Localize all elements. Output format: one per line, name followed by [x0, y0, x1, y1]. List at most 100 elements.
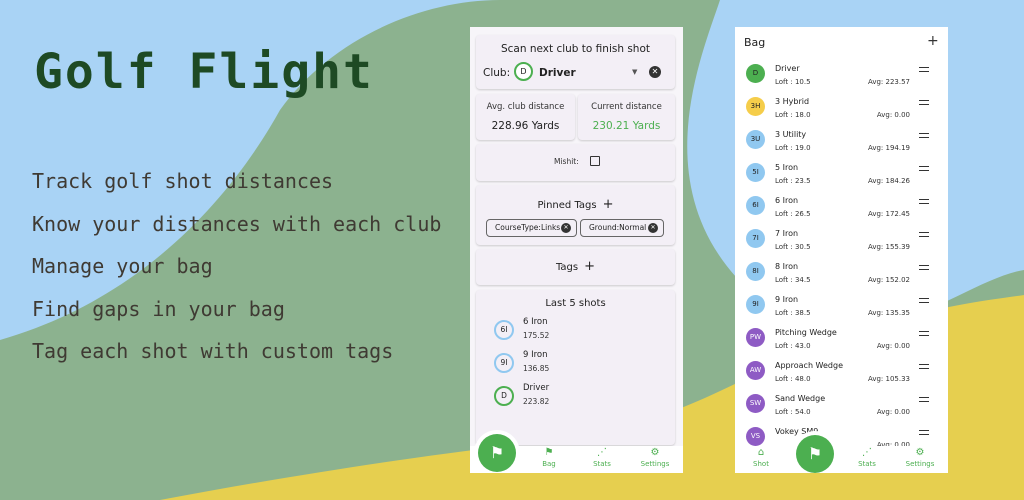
- club-badge: 5I: [746, 163, 765, 182]
- mishit-checkbox[interactable]: [590, 156, 600, 166]
- add-pinned-tag-icon[interactable]: +: [603, 197, 614, 212]
- current-distance-value: 230.21 Yards: [592, 120, 661, 132]
- bag-club-row[interactable]: PW Pitching Wedge Loft : 43.0 Avg: 0.00: [735, 323, 948, 356]
- club-loft: Loft : 38.5: [775, 309, 811, 317]
- pinned-tags-header: Pinned Tags +: [476, 197, 675, 212]
- club-badge: D: [746, 64, 765, 83]
- feature-item: Tag each shot with custom tags: [32, 339, 394, 363]
- app-title: Golf Flight: [34, 44, 374, 100]
- bag-club-row[interactable]: 7I 7 Iron Loft : 30.5 Avg: 155.39: [735, 224, 948, 257]
- club-name: 9 Iron: [775, 295, 799, 304]
- golf-flag-icon: ⚑: [489, 443, 505, 462]
- current-distance-card: Current distance 230.21 Yards: [578, 94, 675, 140]
- club-badge: 3U: [746, 130, 765, 149]
- bag-club-row[interactable]: D Driver Loft : 10.5 Avg: 223.57: [735, 59, 948, 92]
- remove-tag-icon[interactable]: ✕: [648, 223, 658, 233]
- pinned-tags-card: Pinned Tags + CourseType:Links ✕ Ground:No…: [476, 185, 675, 245]
- gear-icon: ⚙: [650, 447, 660, 458]
- bag-fab-button[interactable]: ⚑: [796, 435, 834, 473]
- gear-icon: ⚙: [915, 447, 925, 458]
- bag-club-row[interactable]: 3H 3 Hybrid Loft : 18.0 Avg: 0.00: [735, 92, 948, 125]
- bag-club-row[interactable]: 8I 8 Iron Loft : 34.5 Avg: 152.02: [735, 257, 948, 290]
- nav-bag[interactable]: ⚑ Bag: [523, 446, 575, 468]
- club-badge: D: [514, 62, 533, 81]
- nav-settings[interactable]: ⚙ Settings: [629, 446, 681, 468]
- club-badge: 8I: [746, 262, 765, 281]
- add-tag-icon[interactable]: +: [584, 259, 595, 274]
- club-avg: Avg: 184.26: [867, 177, 910, 185]
- club-avg: Avg: 172.45: [867, 210, 910, 218]
- list-item[interactable]: 6I 6 Iron 175.52: [494, 317, 664, 347]
- club-badge: AW: [746, 361, 765, 380]
- club-name: 3 Utility: [775, 130, 807, 139]
- chevron-down-icon[interactable]: ▼: [632, 68, 637, 76]
- tag-chip-label: Ground:Normal: [589, 223, 647, 232]
- list-item[interactable]: D Driver 223.82: [494, 383, 664, 413]
- drag-handle-icon[interactable]: [919, 265, 929, 270]
- drag-handle-icon[interactable]: [919, 364, 929, 369]
- bag-club-row[interactable]: 3U 3 Utility Loft : 19.0 Avg: 194.19: [735, 125, 948, 158]
- club-avg: Avg: 223.57: [867, 78, 910, 86]
- avg-distance-label: Avg. club distance: [486, 102, 565, 112]
- club-loft: Loft : 34.5: [775, 276, 811, 284]
- club-avg: Avg: 152.02: [867, 276, 910, 284]
- list-item[interactable]: 9I 9 Iron 136.85: [494, 350, 664, 380]
- clear-club-icon[interactable]: ✕: [649, 66, 661, 78]
- nav-settings[interactable]: ⚙ Settings: [894, 446, 946, 468]
- bag-club-row[interactable]: 6I 6 Iron Loft : 26.5 Avg: 172.45: [735, 191, 948, 224]
- bag-club-row[interactable]: 9I 9 Iron Loft : 38.5 Avg: 135.35: [735, 290, 948, 323]
- nav-stats[interactable]: ⋰ Stats: [576, 446, 628, 468]
- drag-handle-icon[interactable]: [919, 397, 929, 402]
- shot-distance: 175.52: [523, 331, 550, 340]
- club-loft: Loft : 30.5: [775, 243, 811, 251]
- club-loft: Loft : 54.0: [775, 408, 811, 416]
- shot-fab-button[interactable]: ⚑: [478, 434, 516, 472]
- pinned-tags-title: Pinned Tags: [537, 200, 597, 211]
- drag-handle-icon[interactable]: [919, 331, 929, 336]
- tag-chip-label: CourseType:Links: [495, 223, 561, 232]
- tag-chip[interactable]: CourseType:Links ✕: [486, 219, 577, 237]
- club-loft: Loft : 18.0: [775, 111, 811, 119]
- club-name: Sand Wedge: [775, 394, 826, 403]
- avg-distance-card: Avg. club distance 228.96 Yards: [476, 94, 575, 140]
- drag-handle-icon[interactable]: [919, 199, 929, 204]
- drag-handle-icon[interactable]: [919, 298, 929, 303]
- nav-bag-label: Bag: [542, 460, 556, 468]
- add-club-icon[interactable]: +: [927, 33, 939, 49]
- club-avg: Avg: 155.39: [867, 243, 910, 251]
- mishit-card: Mishit:: [476, 144, 675, 181]
- scan-card: Scan next club to finish shot Club: D Dr…: [476, 35, 675, 89]
- club-select[interactable]: Driver: [539, 67, 576, 79]
- remove-tag-icon[interactable]: ✕: [561, 223, 571, 233]
- drag-handle-icon[interactable]: [919, 67, 929, 72]
- tag-chip[interactable]: Ground:Normal ✕: [580, 219, 664, 237]
- club-avg: Avg: 135.35: [867, 309, 910, 317]
- drag-handle-icon[interactable]: [919, 430, 929, 435]
- shot-distance: 136.85: [523, 364, 550, 373]
- current-distance-label: Current distance: [591, 102, 662, 112]
- nav-stats[interactable]: ⋰ Stats: [841, 446, 893, 468]
- bag-screen: Bag + D Driver Loft : 10.5 Avg: 223.57 3H 3 H…: [735, 27, 948, 473]
- nav-shot-label: Shot: [753, 460, 769, 468]
- nav-stats-label: Stats: [858, 460, 876, 468]
- feature-item: Track golf shot distances: [32, 169, 334, 193]
- drag-handle-icon[interactable]: [919, 133, 929, 138]
- club-badge: 7I: [746, 229, 765, 248]
- club-avg: Avg: 0.00: [876, 111, 910, 119]
- feature-item: Know your distances with each club: [32, 211, 442, 236]
- mishit-label: Mishit:: [554, 157, 579, 166]
- drag-handle-icon[interactable]: [919, 100, 929, 105]
- last-shots-title: Last 5 shots: [545, 298, 606, 309]
- nav-shot[interactable]: ⌂ Shot: [735, 446, 787, 468]
- club-loft: Loft : 19.0: [775, 144, 811, 152]
- bag-club-row[interactable]: SW Sand Wedge Loft : 54.0 Avg: 0.00: [735, 389, 948, 422]
- feature-list: Track golf shot distances Know your dist…: [32, 168, 441, 381]
- drag-handle-icon[interactable]: [919, 166, 929, 171]
- shot-screen: Scan next club to finish shot Club: D Dr…: [470, 27, 683, 473]
- nav-stats-label: Stats: [593, 460, 611, 468]
- drag-handle-icon[interactable]: [919, 232, 929, 237]
- club-badge: 6I: [746, 196, 765, 215]
- home-icon: ⌂: [757, 447, 765, 458]
- bag-club-row[interactable]: AW Approach Wedge Loft : 48.0 Avg: 105.33: [735, 356, 948, 389]
- bag-club-row[interactable]: 5I 5 Iron Loft : 23.5 Avg: 184.26: [735, 158, 948, 191]
